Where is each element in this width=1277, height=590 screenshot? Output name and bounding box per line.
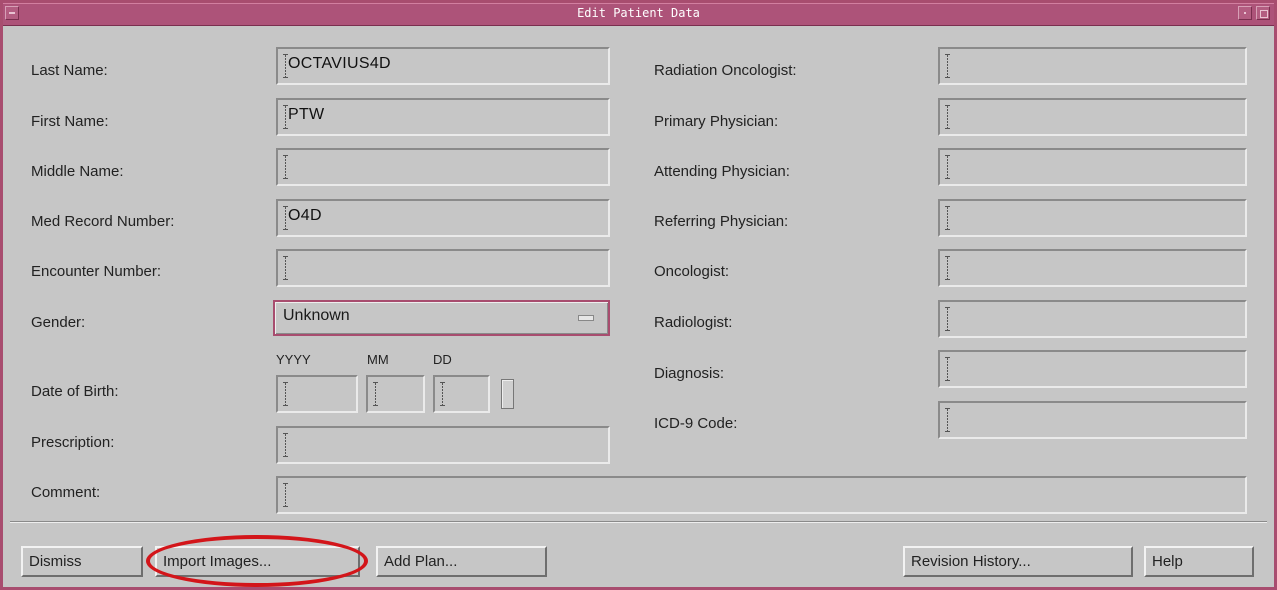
icd-9-code-label: ICD-9 Code: — [654, 415, 738, 432]
first-name-label: First Name: — [31, 113, 109, 130]
maximize-icon[interactable] — [1256, 6, 1270, 20]
primary-physician-label: Primary Physician: — [654, 113, 779, 130]
gender-value: Unknown — [283, 307, 350, 324]
icd-9-code-field[interactable] — [938, 401, 1247, 439]
radiation-oncologist-field[interactable] — [938, 47, 1247, 85]
text-cursor-icon — [945, 256, 950, 280]
title-bar[interactable]: Edit Patient Data — [3, 3, 1274, 26]
dob-month-field[interactable] — [366, 375, 425, 413]
minimize-icon[interactable] — [1238, 6, 1252, 20]
text-cursor-icon — [283, 382, 288, 406]
encounter-number-label: Encounter Number: — [31, 263, 162, 280]
separator — [10, 521, 1267, 523]
med-record-number-label: Med Record Number: — [31, 213, 175, 230]
revision-history-button[interactable]: Revision History... — [903, 546, 1133, 577]
comment-label: Comment: — [31, 484, 101, 501]
encounter-number-field[interactable] — [276, 249, 610, 287]
first-name-field[interactable]: PTW — [276, 98, 610, 136]
radiation-oncologist-label: Radiation Oncologist: — [654, 62, 797, 79]
comment-field[interactable] — [276, 476, 1247, 514]
text-cursor-icon — [440, 382, 445, 406]
import-images-button[interactable]: Import Images... — [155, 546, 360, 577]
primary-physician-field[interactable] — [938, 98, 1247, 136]
attending-physician-label: Attending Physician: — [654, 163, 790, 180]
text-cursor-icon — [945, 357, 950, 381]
text-cursor-icon — [283, 433, 288, 457]
text-cursor-icon — [945, 408, 950, 432]
med-record-number-value: O4D — [288, 207, 322, 224]
date-of-birth-label: Date of Birth: — [31, 383, 119, 400]
dob-month-label: MM — [367, 352, 389, 367]
middle-name-field[interactable] — [276, 148, 610, 186]
radiologist-label: Radiologist: — [654, 314, 733, 331]
referring-physician-label: Referring Physician: — [654, 213, 789, 230]
gender-label: Gender: — [31, 314, 86, 331]
dismiss-button[interactable]: Dismiss — [21, 546, 143, 577]
text-cursor-icon — [283, 256, 288, 280]
text-cursor-icon — [373, 382, 378, 406]
text-cursor-icon — [945, 105, 950, 129]
diagnosis-field[interactable] — [938, 350, 1247, 388]
dob-year-label: YYYY — [276, 352, 311, 367]
text-cursor-icon — [945, 54, 950, 78]
oncologist-label: Oncologist: — [654, 263, 730, 280]
attending-physician-field[interactable] — [938, 148, 1247, 186]
window-title: Edit Patient Data — [577, 6, 700, 20]
prescription-field[interactable] — [276, 426, 610, 464]
last-name-value: OCTAVIUS4D — [288, 55, 391, 72]
referring-physician-field[interactable] — [938, 199, 1247, 237]
text-cursor-icon — [945, 206, 950, 230]
dob-year-field[interactable] — [276, 375, 358, 413]
dob-day-field[interactable] — [433, 375, 490, 413]
last-name-label: Last Name: — [31, 62, 108, 79]
gender-select[interactable]: Unknown — [273, 300, 610, 336]
med-record-number-field[interactable]: O4D — [276, 199, 610, 237]
radiologist-field[interactable] — [938, 300, 1247, 338]
text-cursor-icon — [283, 483, 288, 507]
text-cursor-icon — [283, 155, 288, 179]
help-button[interactable]: Help — [1144, 546, 1254, 577]
dob-picker-button[interactable] — [501, 379, 514, 409]
middle-name-label: Middle Name: — [31, 163, 124, 180]
diagnosis-label: Diagnosis: — [654, 365, 725, 382]
oncologist-field[interactable] — [938, 249, 1247, 287]
add-plan-button[interactable]: Add Plan... — [376, 546, 547, 577]
dropdown-indicator-icon — [578, 315, 594, 321]
text-cursor-icon — [945, 307, 950, 331]
first-name-value: PTW — [288, 106, 325, 123]
prescription-label: Prescription: — [31, 434, 115, 451]
text-cursor-icon — [945, 155, 950, 179]
last-name-field[interactable]: OCTAVIUS4D — [276, 47, 610, 85]
dob-day-label: DD — [433, 352, 452, 367]
